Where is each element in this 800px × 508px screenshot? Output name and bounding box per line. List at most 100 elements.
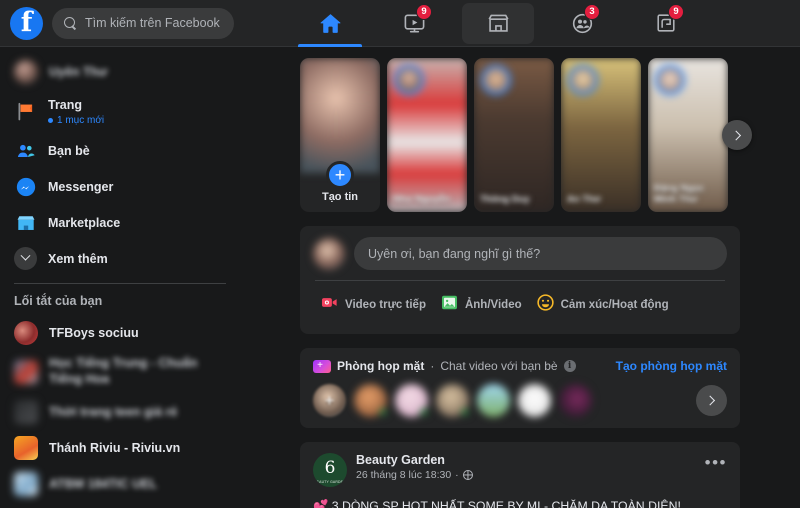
photo-icon (440, 293, 459, 317)
more-options-icon[interactable]: ••• (705, 453, 727, 471)
story-card[interactable]: Đặng Ngọc Minh Thư (648, 58, 728, 212)
nav-tab-gaming[interactable]: 9 (624, 0, 708, 47)
sidebar-item-trang[interactable]: Trang 1 mục mới (8, 91, 232, 131)
main-feed[interactable]: + Tạo tin Như Nguyễn Thông Duy An Thơ Đặ… (240, 47, 800, 508)
left-sidebar[interactable]: Uyên Thư Trang 1 mục mới Bạn bè Messenge… (0, 47, 240, 508)
post-composer-card: Uyên ơi, bạn đang nghĩ gì thế? Video trự… (300, 226, 740, 334)
rooms-avatar-list: + (313, 384, 727, 417)
plus-icon[interactable]: + (326, 161, 354, 189)
flag-icon (14, 100, 37, 123)
nav-tab-watch[interactable]: 9 (372, 0, 456, 47)
facebook-logo-icon[interactable] (10, 6, 43, 40)
story-card[interactable]: Như Nguyễn (387, 58, 467, 212)
sidebar-item-messenger[interactable]: Messenger (8, 170, 232, 203)
shortcuts-title: Lối tắt của bạn (14, 294, 103, 308)
avatar (14, 59, 38, 84)
shortcut-label: ATBM 184TIC UEL (49, 476, 158, 491)
avatar[interactable] (313, 237, 345, 270)
live-video-button[interactable]: Video trực tiếp (313, 287, 433, 323)
room-participant-avatar[interactable] (395, 384, 428, 417)
shortcut-item-thoi-trang-teen[interactable]: Thời trang teen giá rẻ (8, 395, 232, 428)
room-create-icon (313, 359, 331, 373)
chevron-down-icon (14, 247, 37, 270)
stories-next-button[interactable] (722, 120, 752, 150)
photo-video-button[interactable]: Ảnh/Video (433, 287, 529, 323)
room-participant-avatar[interactable] (518, 384, 551, 417)
live-video-icon (320, 293, 339, 317)
online-indicator (420, 408, 428, 416)
groups-badge: 3 (584, 3, 600, 20)
story-author-avatar (481, 65, 511, 95)
composer-divider (315, 280, 725, 281)
shortcut-item-hoc-tieng-trung[interactable]: Học Tiếng Trung - Chuẩn Tiếng Hoa (8, 352, 232, 392)
gaming-badge: 9 (668, 3, 684, 20)
shortcut-label: Thời trang teen giá rẻ (49, 404, 178, 419)
post-header: 6 BEAUTY GARDEN Beauty Garden 26 tháng 8… (313, 453, 727, 487)
room-participant-avatar[interactable] (477, 384, 510, 417)
create-story-card[interactable]: + Tạo tin (300, 58, 380, 212)
plus-icon: + (324, 390, 335, 410)
globe-icon (462, 470, 473, 480)
search-icon (64, 16, 77, 30)
composer-action-label: Ảnh/Video (464, 299, 522, 311)
story-author-avatar (394, 65, 424, 95)
header-left: Tìm kiếm trên Facebook (0, 6, 280, 40)
nav-tab-groups[interactable]: 3 (540, 0, 624, 47)
shortcut-label: Thánh Riviu - Riviu.vn (49, 440, 181, 455)
create-room-button[interactable]: Tạo phòng họp mặt (616, 359, 727, 373)
shortcut-item-atbm[interactable]: ATBM 184TIC UEL (8, 467, 232, 500)
sidebar-see-more-button[interactable]: Xem thêm (8, 242, 232, 275)
friends-icon (14, 139, 37, 162)
composer-actions: Video trực tiếp Ảnh/Video Cảm xúc/Hoạt đ… (313, 287, 727, 323)
story-card[interactable]: An Thơ (561, 58, 641, 212)
rooms-next-button[interactable] (696, 385, 727, 416)
sidebar-profile-name: Uyên Thư (49, 64, 108, 79)
create-story-thumbnail (300, 58, 380, 173)
composer-action-label: Video trực tiếp (345, 299, 426, 311)
nav-tab-marketplace[interactable] (456, 0, 540, 47)
marketplace-icon (487, 14, 509, 32)
shortcuts-see-more-button[interactable]: Xem thêm (8, 503, 232, 508)
story-author-avatar (568, 65, 598, 95)
top-header: Tìm kiếm trên Facebook (0, 0, 800, 47)
sidebar-item-sublabel: 1 mục mới (48, 115, 104, 126)
stories-carousel[interactable]: + Tạo tin Như Nguyễn Thông Duy An Thơ Đặ… (300, 58, 752, 212)
shortcut-item-thanh-riviu[interactable]: Thánh Riviu - Riviu.vn (8, 431, 232, 464)
avatar[interactable]: 6 BEAUTY GARDEN (313, 453, 347, 487)
rooms-title: Phòng họp mặt (337, 359, 425, 373)
story-author-name: Đặng Ngọc Minh Thư (654, 183, 705, 206)
shortcut-label: TFBoys sociuu (49, 325, 139, 340)
rooms-separator: · (430, 359, 435, 373)
feed-post: 6 BEAUTY GARDEN Beauty Garden 26 tháng 8… (300, 442, 740, 508)
composer-action-label: Cảm xúc/Hoạt động (560, 299, 669, 311)
nav-tab-home[interactable] (288, 0, 372, 47)
room-participant-avatar[interactable] (559, 384, 592, 417)
composer-input[interactable]: Uyên ơi, bạn đang nghĩ gì thế? (354, 237, 727, 270)
create-room-avatar[interactable]: + (313, 384, 346, 417)
post-text-line: 💕 3 DÒNG SP HOT NHẤT SOME BY MI - CHĂM D… (313, 499, 681, 508)
sidebar-item-label: Bạn bè (48, 143, 90, 158)
see-more-label: Xem thêm (48, 251, 108, 266)
room-participant-avatar[interactable] (354, 384, 387, 417)
sidebar-item-ban-be[interactable]: Bạn bè (8, 134, 232, 167)
chevron-right-icon (705, 395, 716, 406)
avatar (14, 435, 38, 460)
shortcut-item-tfboys[interactable]: TFBoys sociuu (8, 316, 232, 349)
emoji-icon (536, 293, 555, 317)
leaf-logo-icon: 6 (324, 457, 336, 478)
info-icon[interactable]: i (563, 360, 576, 372)
post-author-name[interactable]: Beauty Garden (356, 453, 473, 467)
rooms-card: Phòng họp mặt · Chat video với bạn bè i … (300, 348, 740, 428)
sidebar-item-marketplace[interactable]: Marketplace (8, 206, 232, 239)
home-icon (320, 13, 340, 33)
composer-placeholder: Uyên ơi, bạn đang nghĩ gì thế? (368, 246, 541, 261)
room-participant-avatar[interactable] (436, 384, 469, 417)
search-input[interactable]: Tìm kiếm trên Facebook (52, 7, 234, 39)
create-story-label: Tạo tin (321, 191, 359, 203)
story-author-avatar (655, 65, 685, 95)
post-meta: 26 tháng 8 lúc 18:30 · (356, 469, 473, 481)
feeling-activity-button[interactable]: Cảm xúc/Hoạt động (529, 287, 676, 323)
avatar (14, 471, 38, 496)
sidebar-item-profile[interactable]: Uyên Thư (8, 55, 232, 88)
story-card[interactable]: Thông Duy (474, 58, 554, 212)
